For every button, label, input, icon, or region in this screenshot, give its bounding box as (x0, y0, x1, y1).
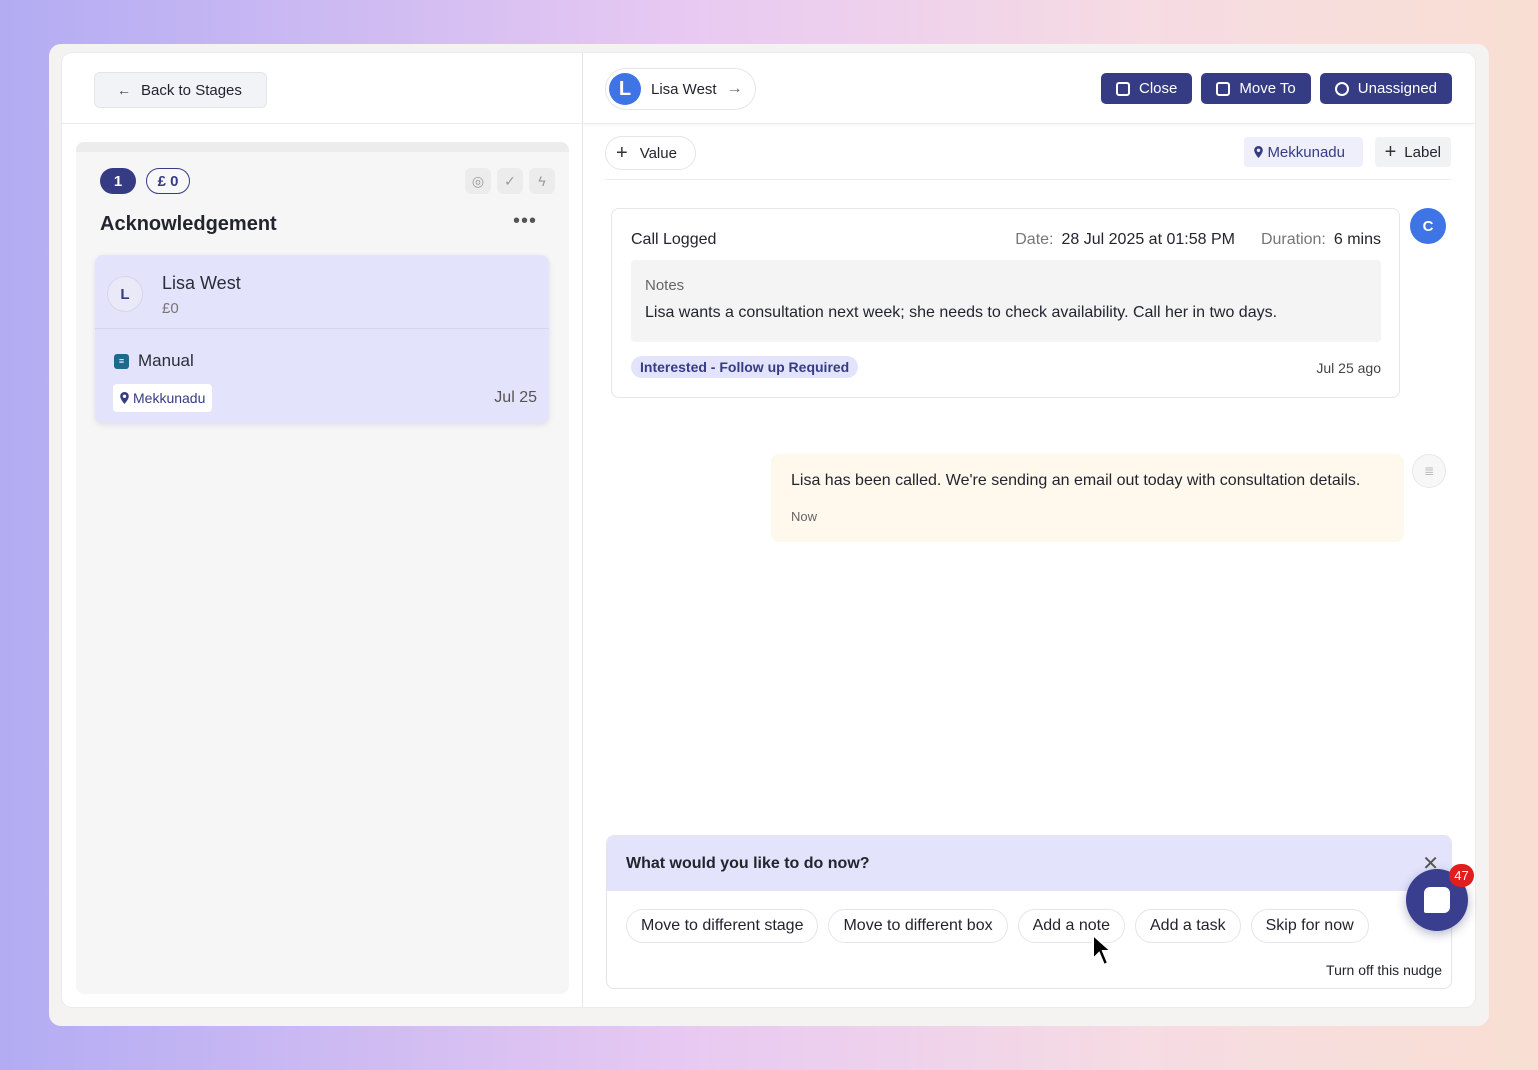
close-deal-label: Close (1139, 80, 1178, 97)
call-notes-box: Notes Lisa wants a consultation next wee… (631, 260, 1381, 342)
location-pin-icon (1254, 146, 1264, 158)
call-disposition-tag: Interested - Follow up Required (631, 356, 859, 378)
contact-avatar: L (609, 73, 641, 105)
note-time: Now (791, 509, 818, 524)
close-deal-button[interactable]: Close (1101, 73, 1193, 104)
move-stage-option[interactable]: Move to different stage (626, 909, 819, 943)
user-avatar: ≣ (1412, 454, 1446, 488)
plus-icon: + (1384, 141, 1397, 163)
tag-row: + Value Mekkunadu + Label (605, 136, 1451, 180)
user-circle-icon (1334, 81, 1349, 96)
skip-option[interactable]: Skip for now (1250, 909, 1369, 943)
location-tag-label: Mekkunadu (1267, 143, 1345, 161)
mouse-cursor-icon (1092, 933, 1114, 967)
nudge-question: What would you like to do now? (626, 855, 870, 872)
call-duration-value: 6 mins (1333, 231, 1381, 248)
add-task-option[interactable]: Add a task (1135, 909, 1241, 943)
deal-card-date: Jul 25 (494, 389, 537, 406)
location-pin-icon (120, 392, 129, 404)
stage-pane: ← Back to Stages 1 £ 0 ◎ ✓ ϟ Acknowledge… (62, 53, 583, 1007)
target-icon[interactable]: ◎ (465, 168, 491, 194)
call-timestamp: Jul 25 ago (1316, 360, 1381, 376)
stage-count-badge: 1 (100, 168, 136, 194)
add-label-button[interactable]: + Label (1374, 137, 1451, 167)
contact-chip[interactable]: L Lisa West → (605, 68, 756, 110)
plus-icon: + (616, 142, 628, 164)
caller-avatar: C (1410, 208, 1446, 244)
contact-name: Lisa West (651, 80, 717, 98)
stage-value-badge: £ 0 (146, 168, 190, 194)
location-tag[interactable]: Mekkunadu (1244, 137, 1363, 167)
call-logged-card: Call Logged Date: 28 Jul 2025 at 01:58 P… (611, 208, 1400, 398)
more-options-icon[interactable]: ••• (513, 210, 537, 233)
chat-icon (1424, 887, 1450, 913)
move-box-option[interactable]: Move to different box (828, 909, 1008, 943)
nudge-panel: What would you like to do now? ✕ Move to… (606, 835, 1452, 989)
add-label-label: Label (1404, 143, 1441, 161)
stage-title: Acknowledgement (100, 213, 277, 235)
stage-pane-header: ← Back to Stages (62, 53, 583, 124)
arrow-right-icon: → (726, 80, 743, 97)
back-to-stages-label: Back to Stages (141, 81, 242, 99)
arrow-left-icon: ← (117, 82, 131, 98)
app-window: ← Back to Stages 1 £ 0 ◎ ✓ ϟ Acknowledge… (62, 53, 1475, 1007)
nudge-header: What would you like to do now? ✕ (607, 836, 1451, 891)
deal-card-header: L Lisa West £0 (95, 255, 549, 329)
note-bubble: Lisa has been called. We're sending an e… (771, 454, 1404, 542)
document-icon: ≡ (114, 353, 129, 369)
bolt-icon[interactable]: ϟ (529, 168, 555, 194)
deal-card-value: £0 (162, 300, 179, 317)
check-circle-icon[interactable]: ✓ (497, 168, 523, 194)
detail-header: L Lisa West → Close Move To Unassigned (583, 53, 1475, 124)
call-notes-text: Lisa wants a consultation next week; she… (645, 304, 1278, 321)
note-text: Lisa has been called. We're sending an e… (791, 472, 1361, 489)
detail-pane: L Lisa West → Close Move To Unassigned +… (583, 53, 1475, 1007)
call-meta: Date: 28 Jul 2025 at 01:58 PM Duration: … (1015, 231, 1381, 249)
move-icon (1216, 81, 1231, 96)
assign-button[interactable]: Unassigned (1319, 73, 1452, 104)
stage-icon-group: ◎ ✓ ϟ (465, 168, 555, 194)
deal-card-avatar: L (107, 276, 143, 312)
move-to-button[interactable]: Move To (1201, 73, 1311, 104)
deal-card[interactable]: L Lisa West £0 ≡ Manual Mekkunadu Jul 25 (95, 255, 549, 423)
assign-label: Unassigned (1357, 80, 1437, 97)
nudge-options: Move to different stage Move to differen… (626, 909, 1369, 943)
stage-column: 1 £ 0 ◎ ✓ ϟ Acknowledgement ••• L Lisa W… (76, 142, 569, 994)
header-actions: Close Move To Unassigned (1101, 73, 1452, 104)
deal-card-name: Lisa West (162, 273, 241, 293)
chat-unread-badge: 47 (1449, 864, 1474, 887)
inbox-icon (1116, 81, 1130, 96)
turn-off-nudge-link[interactable]: Turn off this nudge (1326, 962, 1442, 978)
deal-card-source: ≡ Manual (114, 351, 194, 371)
back-to-stages-button[interactable]: ← Back to Stages (94, 72, 267, 108)
move-to-label: Move To (1239, 80, 1296, 97)
call-notes-label: Notes (645, 277, 685, 294)
deal-card-location-tag: Mekkunadu (113, 384, 213, 412)
call-date-value: 28 Jul 2025 at 01:58 PM (1061, 231, 1235, 248)
deal-card-location-label: Mekkunadu (133, 390, 206, 406)
add-value-label: Value (639, 144, 677, 162)
deal-card-source-label: Manual (138, 351, 194, 370)
call-duration-label: Duration: (1260, 231, 1326, 248)
add-value-button[interactable]: + Value (605, 136, 696, 170)
call-date-label: Date: (1015, 231, 1054, 248)
call-title: Call Logged (631, 231, 717, 248)
